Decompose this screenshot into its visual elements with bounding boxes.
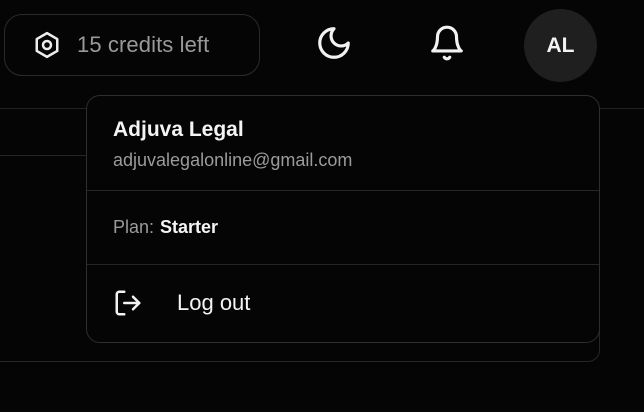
logout-label: Log out xyxy=(177,290,251,315)
log-out-icon xyxy=(113,288,143,318)
user-name: Adjuva Legal xyxy=(113,118,244,141)
plan-label: Plan: xyxy=(113,217,155,237)
logout-menu-item[interactable]: Log out xyxy=(87,265,599,341)
user-menu-dropdown: Adjuva Legal adjuvalegalonline@gmail.com… xyxy=(86,95,600,343)
notifications-button[interactable] xyxy=(425,23,469,67)
credits-badge[interactable]: 15 credits left xyxy=(4,14,260,76)
plan-value: Starter xyxy=(160,217,219,237)
hexagon-settings-icon xyxy=(31,29,63,61)
user-menu-header: Adjuva Legal adjuvalegalonline@gmail.com xyxy=(87,96,599,191)
bell-icon xyxy=(428,24,466,67)
plan-row: Plan: Starter xyxy=(87,191,599,265)
user-email: adjuvalegalonline@gmail.com xyxy=(113,150,353,170)
credits-label: 15 credits left xyxy=(77,32,210,57)
theme-toggle-button[interactable] xyxy=(312,23,356,67)
moon-icon xyxy=(315,24,353,67)
avatar-button[interactable]: AL xyxy=(524,9,597,82)
avatar-initials: AL xyxy=(546,33,575,57)
app-page: 15 credits left AL Adjuva Legal adjuvale… xyxy=(0,0,644,412)
